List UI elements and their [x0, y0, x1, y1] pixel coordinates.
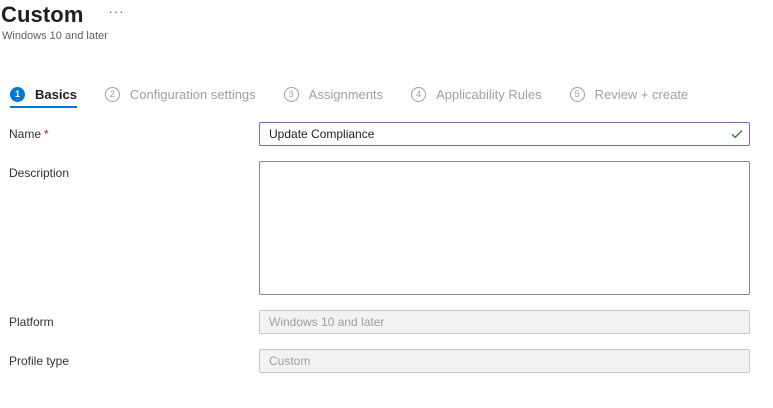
page-subtitle: Windows 10 and later [2, 30, 108, 42]
step-assignments[interactable]: 3 Assignments [283, 82, 384, 106]
step-number-icon: 1 [10, 86, 25, 102]
step-label: Assignments [308, 86, 384, 102]
description-input[interactable] [259, 161, 750, 295]
step-number-icon: 2 [104, 86, 120, 102]
step-basics[interactable]: 1 Basics [10, 82, 77, 108]
step-applicability-rules[interactable]: 4 Applicability Rules [411, 82, 542, 106]
checkmark-icon [730, 127, 744, 141]
step-review-create[interactable]: 5 Review + create [569, 82, 689, 106]
profile-type-field: Custom [259, 349, 750, 373]
name-label: Name * [9, 127, 49, 141]
header: Custom ··· [1, 0, 125, 30]
wizard-steps: 1 Basics 2 Configuration settings 3 Assi… [10, 82, 716, 108]
step-number-icon: 5 [569, 86, 585, 102]
step-number-icon: 4 [411, 86, 427, 102]
create-profile-page: Custom ··· Windows 10 and later 1 Basics… [0, 0, 773, 408]
required-marker: * [44, 127, 49, 141]
platform-label: Platform [9, 315, 54, 329]
more-icon[interactable]: ··· [109, 5, 125, 18]
description-label: Description [9, 166, 70, 180]
step-label: Basics [35, 86, 77, 102]
platform-field: Windows 10 and later [259, 310, 750, 334]
step-label: Review + create [594, 86, 689, 102]
name-input[interactable] [269, 127, 726, 141]
name-field [259, 122, 750, 146]
step-configuration-settings[interactable]: 2 Configuration settings [104, 82, 256, 106]
step-number-icon: 3 [283, 86, 299, 102]
name-label-text: Name [9, 127, 42, 141]
profile-type-label: Profile type [9, 354, 70, 368]
step-label: Applicability Rules [436, 86, 542, 102]
step-label: Configuration settings [129, 86, 256, 102]
page-title: Custom [1, 2, 84, 27]
